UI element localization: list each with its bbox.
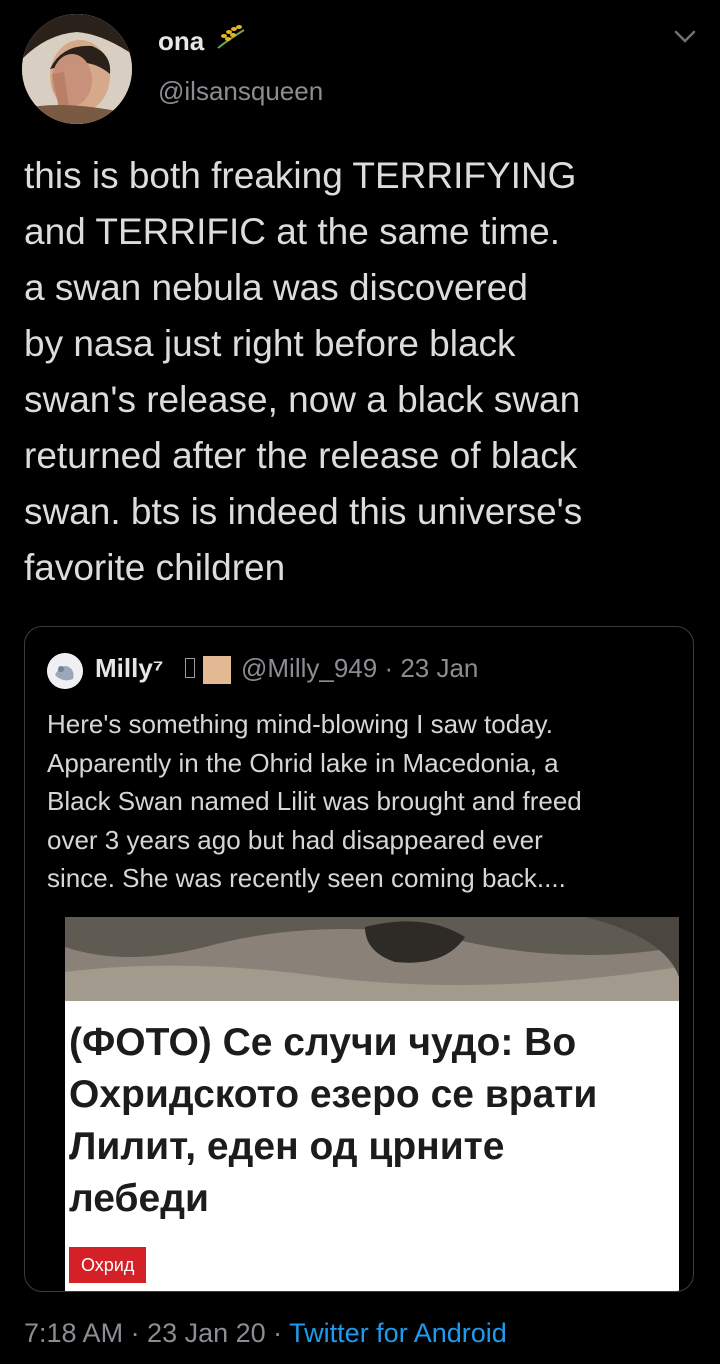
source-link[interactable]: Twitter for Android <box>289 1318 507 1348</box>
quoted-handle-date[interactable]: @Milly_949 · 23 Jan <box>241 653 478 684</box>
display-name[interactable]: ona <box>158 26 204 57</box>
quoted-tweet-text: Here's something mind-blowing I saw toda… <box>47 709 582 893</box>
article-headline: (ФОТО) Се случи чудо: Во Охридското езер… <box>69 1021 598 1220</box>
article-image[interactable]: (ФОТО) Се случи чудо: Во Охридското езер… <box>65 917 679 1291</box>
lake-photo-image <box>65 917 679 1001</box>
quoted-tweet-card[interactable]: Milly⁷ @Milly_949 · 23 Jan Here's someth… <box>24 626 694 1292</box>
missing-glyph-icon <box>185 658 195 678</box>
avatar-photo <box>22 14 132 124</box>
wheat-icon <box>217 25 245 49</box>
quoted-display-name[interactable]: Milly⁷ <box>95 653 164 684</box>
tweet-header: ona @ilsansqueen <box>0 0 720 130</box>
tweet-timestamp: 7:18 AM · 23 Jan 20 · Twitter for Androi… <box>24 1318 507 1349</box>
time-date: 7:18 AM · 23 Jan 20 · <box>24 1318 290 1348</box>
quoted-avatar[interactable] <box>47 653 83 689</box>
tweet-text: this is both freaking TERRIFYING and TER… <box>24 155 583 588</box>
location-tag[interactable]: Охрид <box>69 1247 147 1283</box>
skin-tone-swatch-icon <box>203 656 231 684</box>
quoted-avatar-image <box>47 653 83 689</box>
lake-photo <box>65 917 679 1001</box>
avatar[interactable] <box>22 14 132 124</box>
user-handle[interactable]: @ilsansqueen <box>158 76 323 107</box>
chevron-down-icon[interactable] <box>672 26 698 46</box>
